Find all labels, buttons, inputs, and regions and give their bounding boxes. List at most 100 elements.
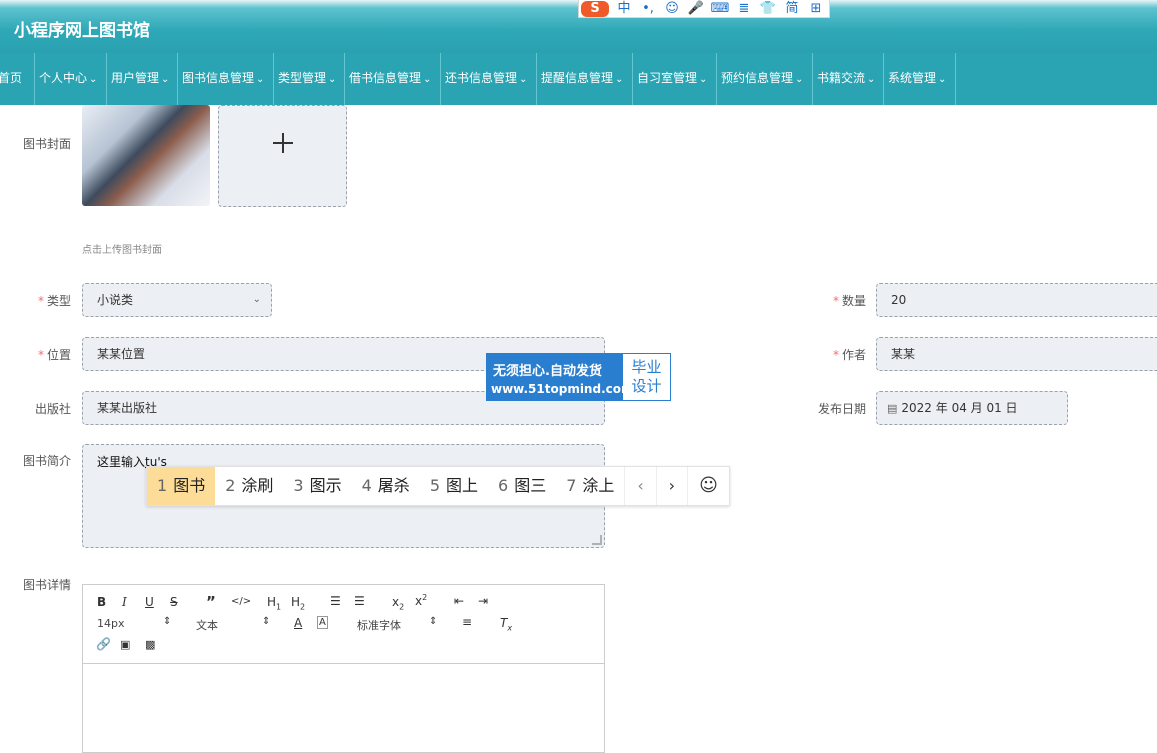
nav-label: 书籍交流 (817, 71, 865, 85)
nav-label: 还书信息管理 (445, 71, 517, 85)
quantity-input[interactable]: 20 (876, 283, 1157, 317)
strikethrough-icon[interactable]: S (170, 595, 178, 609)
cover-upload-button[interactable] (218, 105, 347, 207)
cover-upload-hint: 点击上传图书封面 (82, 241, 162, 256)
text-style-select[interactable]: 文本 (196, 617, 218, 633)
watermark-url: www.51topmind.com (491, 382, 634, 396)
chevron-left-icon[interactable]: ‹ (624, 467, 655, 505)
chevron-updown-icon: ⇕ (429, 616, 437, 627)
italic-icon[interactable]: I (122, 595, 127, 609)
chevron-right-icon[interactable]: › (656, 467, 687, 505)
punctuation-icon[interactable]: •, (636, 1, 660, 17)
underline-icon[interactable]: U (145, 595, 154, 609)
nav-item-study-room[interactable]: 自习室管理 ⌄ (633, 53, 717, 105)
font-color-icon[interactable]: A (294, 616, 302, 630)
nav-item-reservations[interactable]: 预约信息管理 ⌄ (717, 53, 813, 105)
nav-label: 自习室管理 (637, 71, 697, 85)
heading-2-icon[interactable]: H2 (291, 595, 305, 611)
font-size-select[interactable]: 14px (97, 617, 125, 630)
nav-item-borrow[interactable]: 借书信息管理 ⌄ (345, 53, 441, 105)
intro-label: 图书简介 (0, 452, 71, 469)
book-cover-image[interactable] (82, 105, 210, 206)
emoji-icon[interactable]: ☺ (660, 1, 684, 17)
font-family-select[interactable]: 标准字体 (357, 617, 401, 633)
keyboard-icon[interactable]: ⌨ (708, 1, 732, 17)
nav-label: 借书信息管理 (349, 71, 421, 85)
watermark-badge: 无须担心.自动发货 www.51topmind.com 毕业 设计 (486, 353, 671, 401)
clear-format-icon[interactable]: Tx (500, 616, 512, 632)
nav-label: 图书信息管理 (182, 71, 254, 85)
chevron-updown-icon: ⇕ (262, 616, 270, 627)
superscript-icon[interactable]: x2 (415, 593, 427, 608)
heading-1-icon[interactable]: H1 (267, 595, 281, 611)
ime-candidate[interactable]: 3 图示 (283, 467, 351, 505)
nav-item-home[interactable]: 首页 (0, 53, 35, 105)
nav-label: 首页 (0, 71, 22, 85)
chevron-down-icon: ⌄ (867, 74, 875, 85)
simplified-icon[interactable]: 简 (780, 1, 804, 17)
editor-toolbar: B I U S ” </> H1 H2 ☰ ☰ x2 x2 ⇤ ⇥ 14px ⇕… (83, 585, 604, 664)
nav-item-system[interactable]: 系统管理 ⌄ (884, 53, 956, 105)
code-block-icon[interactable]: </> (231, 596, 251, 607)
bold-icon[interactable]: B (97, 595, 106, 609)
indent-icon[interactable]: ⇥ (478, 594, 488, 608)
ime-candidate[interactable]: 7 涂上 (556, 467, 624, 505)
ime-candidate[interactable]: 6 图三 (488, 467, 556, 505)
grid-menu-icon[interactable]: ⊞ (804, 1, 828, 17)
chinese-mode-icon[interactable]: 中 (612, 1, 636, 17)
nav-item-books[interactable]: 图书信息管理 ⌄ (178, 53, 274, 105)
chevron-down-icon: ⌄ (328, 74, 336, 85)
author-input[interactable]: 某某 (876, 337, 1157, 371)
microphone-icon[interactable]: 🎤 (684, 1, 708, 17)
intro-text: 这里输入 (97, 455, 145, 469)
nav-item-personal[interactable]: 个人中心 ⌄ (35, 53, 107, 105)
chevron-down-icon: ⌄ (519, 74, 527, 85)
nav-item-users[interactable]: 用户管理 ⌄ (107, 53, 178, 105)
watermark-line1: 无须担心.自动发货 (493, 360, 602, 379)
nav-item-book-exchange[interactable]: 书籍交流 ⌄ (813, 53, 884, 105)
type-select[interactable]: 小说类 ⌄ (82, 283, 272, 317)
ime-candidate[interactable]: 1 图书 (147, 467, 215, 505)
quantity-label: * 数量 (790, 292, 866, 309)
nav-label: 用户管理 (111, 71, 159, 85)
link-icon[interactable]: 🔗 (96, 637, 111, 651)
ime-candidate[interactable]: 2 涂刷 (215, 467, 283, 505)
nav-item-types[interactable]: 类型管理 ⌄ (274, 53, 345, 105)
nav-item-reminders[interactable]: 提醒信息管理 ⌄ (537, 53, 633, 105)
ordered-list-icon[interactable]: ☰ (330, 594, 341, 608)
type-label: * 类型 (0, 292, 71, 309)
publish-date-picker[interactable]: ▤ 2022 年 04 月 01 日 (876, 391, 1068, 425)
ime-status-bar: S 中 •, ☺ 🎤 ⌨ ≣ 👕 简 ⊞ (578, 0, 830, 18)
smiley-icon[interactable]: ☺ (687, 467, 729, 505)
app-title: 小程序网上图书馆 (14, 16, 150, 41)
nav-label: 提醒信息管理 (541, 71, 613, 85)
background-color-icon[interactable]: A (317, 616, 328, 629)
toolbox-icon[interactable]: ≣ (732, 1, 756, 17)
cover-label: 图书封面 (0, 135, 71, 152)
blockquote-icon[interactable]: ” (206, 593, 216, 611)
nav-item-return[interactable]: 还书信息管理 ⌄ (441, 53, 537, 105)
rich-text-editor[interactable]: B I U S ” </> H1 H2 ☰ ☰ x2 x2 ⇤ ⇥ 14px ⇕… (82, 584, 605, 753)
detail-label: 图书详情 (0, 576, 71, 593)
publish-date-value: 2022 年 04 月 01 日 (901, 401, 1017, 415)
outdent-icon[interactable]: ⇤ (454, 594, 464, 608)
chevron-down-icon: ⌄ (795, 74, 803, 85)
chevron-down-icon: ⌄ (699, 74, 707, 85)
ime-candidate[interactable]: 5 图上 (420, 467, 488, 505)
image-icon[interactable]: ▣ (120, 638, 130, 651)
subscript-icon[interactable]: x2 (392, 595, 404, 611)
nav-label: 系统管理 (888, 71, 936, 85)
plus-icon (282, 133, 284, 153)
sogou-logo-icon[interactable]: S (581, 1, 609, 17)
ime-candidate-window: 1 图书 2 涂刷 3 图示 4 屠杀 5 图上 6 图三 7 涂上 ‹ › ☺ (146, 466, 730, 506)
ime-candidate[interactable]: 4 屠杀 (352, 467, 420, 505)
bullet-list-icon[interactable]: ☰ (354, 594, 365, 608)
align-icon[interactable]: ≡ (462, 615, 472, 629)
video-icon[interactable]: ▩ (145, 638, 155, 651)
resize-handle-icon[interactable] (592, 535, 602, 545)
chevron-down-icon: ⌄ (253, 284, 261, 316)
chevron-down-icon: ⌄ (89, 74, 97, 85)
nav-label: 个人中心 (39, 71, 87, 85)
chevron-down-icon: ⌄ (615, 74, 623, 85)
skin-icon[interactable]: 👕 (756, 1, 780, 17)
